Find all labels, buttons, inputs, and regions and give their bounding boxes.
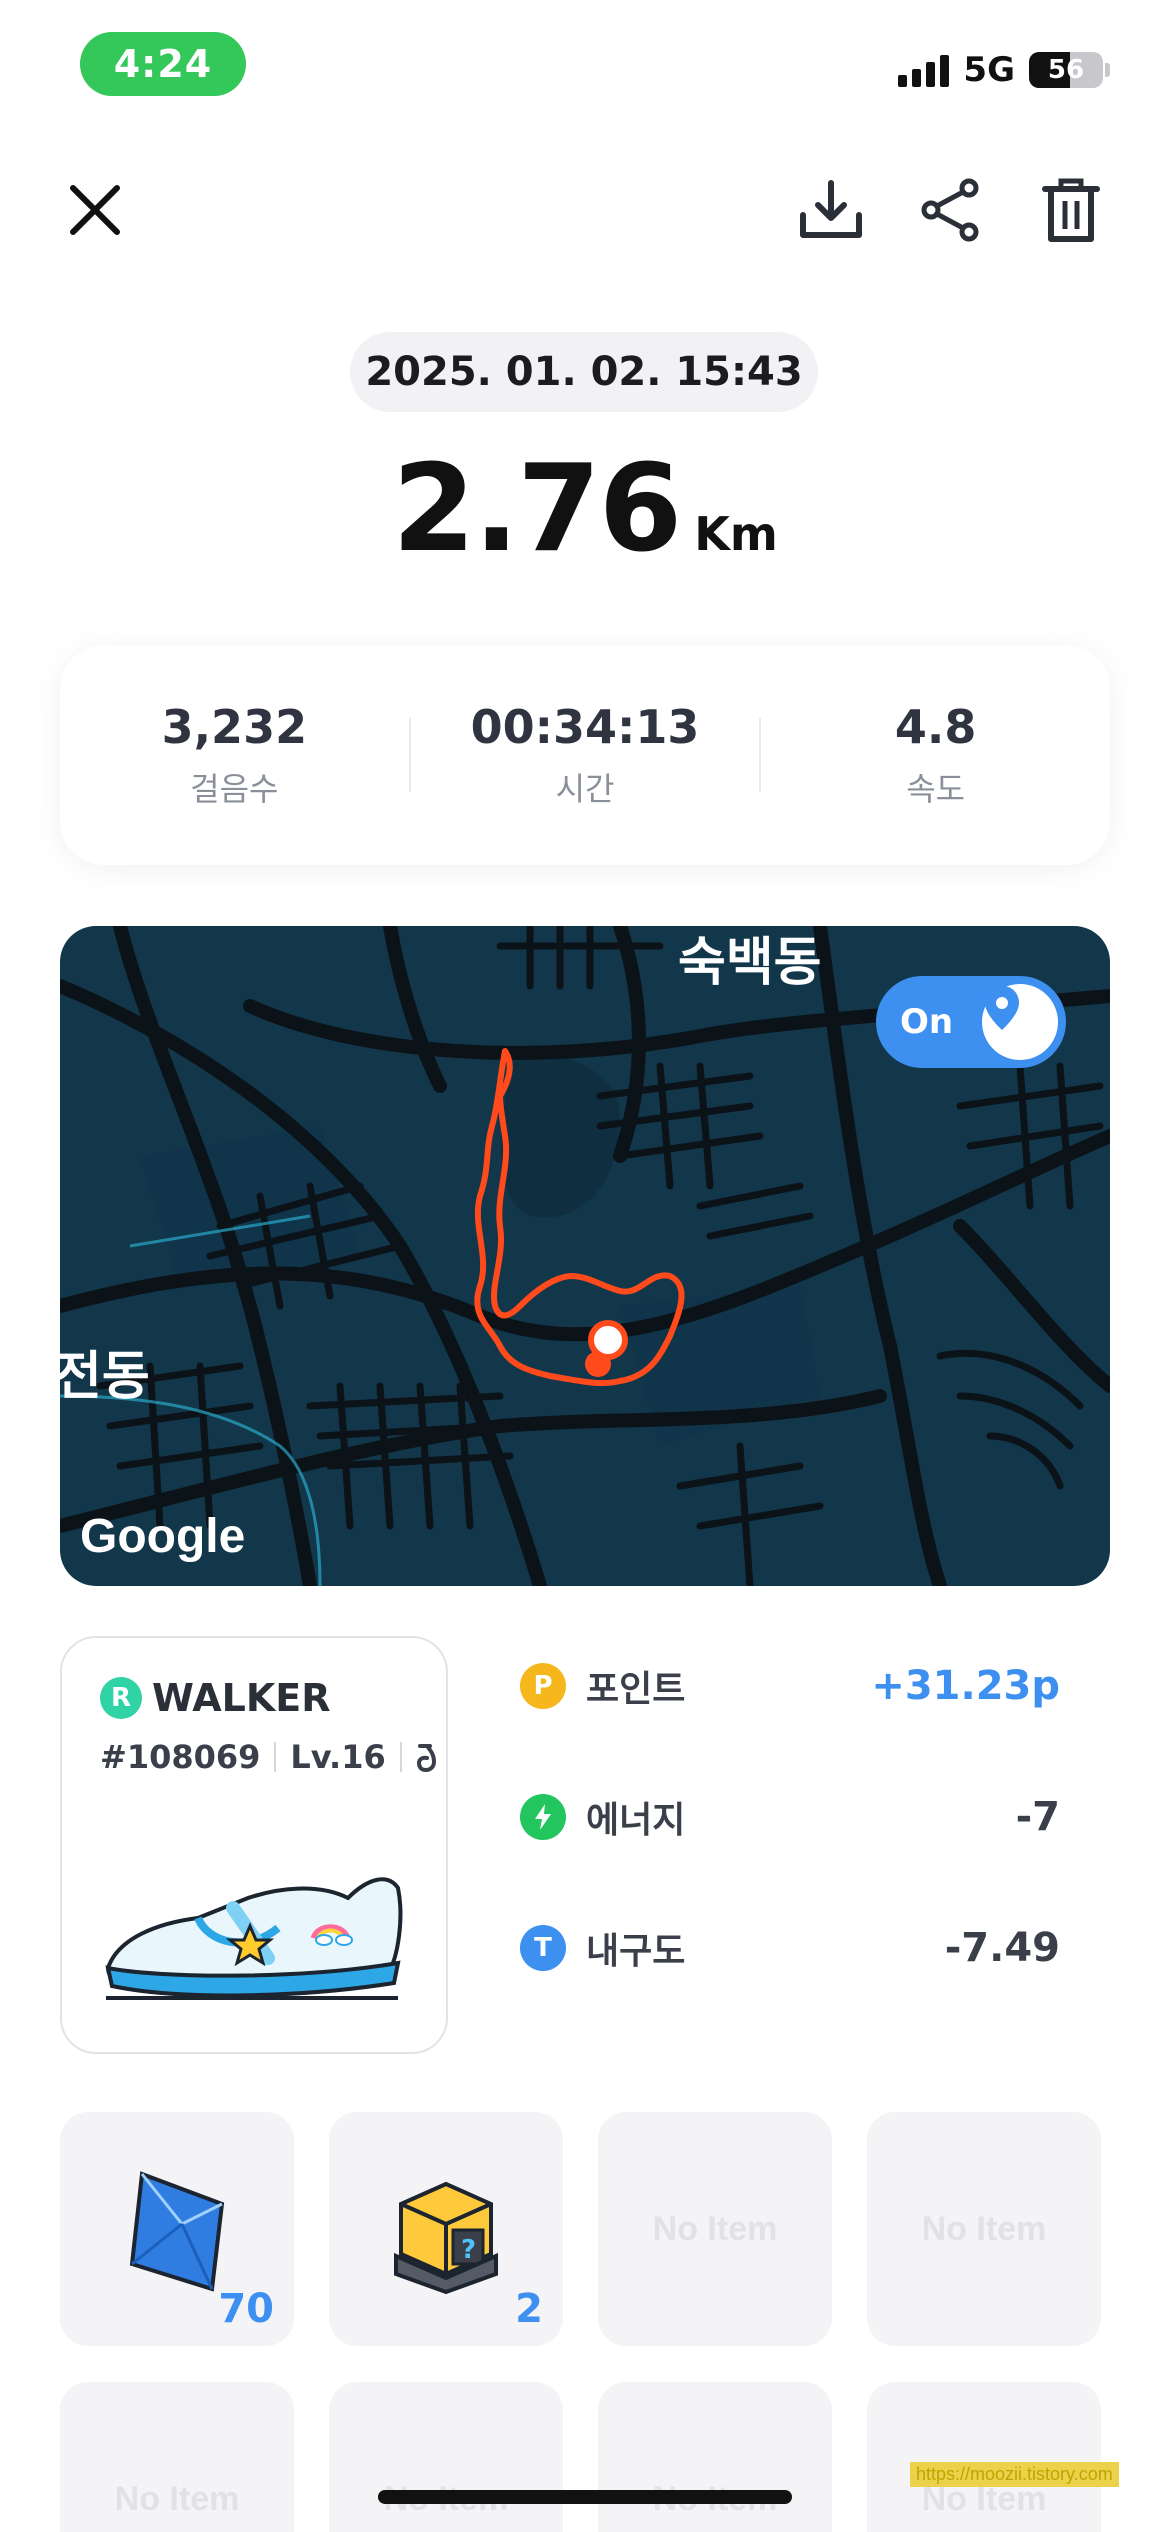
reward-label: 에너지 (586, 1800, 686, 1841)
gem-icon (129, 2171, 225, 2292)
map-label-top: 숙백동 (678, 933, 822, 993)
item-slot-empty[interactable]: No Item (60, 2382, 294, 2532)
sneaker-card[interactable]: R WALKER #108069 Lv.16 (60, 1636, 448, 2054)
item-slot-empty[interactable]: No Item (598, 2112, 832, 2346)
location-pin-icon (985, 986, 1019, 1030)
sneaker-id: #108069 (100, 1738, 261, 1776)
item-slot-empty[interactable]: No Item (867, 2382, 1101, 2532)
divider (399, 1742, 402, 1772)
item-slot-empty[interactable]: No Item (867, 2112, 1101, 2346)
reward-value: +31.23p (871, 1663, 1060, 1709)
toggle-label: On (900, 1002, 954, 1042)
divider (274, 1742, 277, 1772)
watermark: https://moozii.tistory.com (910, 2462, 1119, 2487)
svg-text:?: ? (461, 2235, 476, 2265)
map-label-left: 전동 (60, 1347, 150, 1407)
mint-icon (416, 1744, 436, 1772)
rarity-badge: R (100, 1677, 142, 1719)
item-count: 2 (515, 2286, 543, 2332)
trash-icon (1042, 178, 1100, 242)
distance-display: 2.76 Km (0, 440, 1170, 579)
status-time: 4:24 (80, 32, 246, 96)
close-icon (70, 185, 120, 235)
home-indicator[interactable] (378, 2490, 792, 2504)
battery-icon: 56 (1029, 52, 1103, 88)
reward-row-durability: T 내구도 -7.49 (520, 1908, 1060, 1988)
lightning-icon (535, 1804, 551, 1830)
reward-label: 포인트 (586, 1669, 686, 1710)
reward-label: 내구도 (586, 1931, 686, 1972)
durability-icon: T (520, 1925, 566, 1971)
mystery-box-icon: ? (394, 2181, 498, 2294)
sneaker-image (105, 1877, 403, 2000)
empty-item-label: No Item (652, 2209, 778, 2248)
toolbar (0, 160, 1170, 260)
share-icon (921, 178, 979, 242)
toggle-knob (982, 984, 1058, 1060)
point-icon: P (520, 1663, 566, 1709)
empty-item-label: No Item (921, 2209, 1047, 2248)
signal-icon (898, 53, 950, 87)
battery-percent: 56 (1047, 55, 1085, 85)
close-button[interactable] (50, 165, 140, 255)
stat-value: 00:34:13 (470, 700, 700, 754)
distance-unit: Km (694, 507, 778, 561)
share-button[interactable] (906, 165, 996, 255)
stat-value: 3,232 (161, 700, 308, 754)
google-attribution: Google (80, 1510, 246, 1563)
status-bar: 4:24 5G 56 (0, 0, 1170, 120)
stat-value: 4.8 (894, 700, 977, 754)
item-slot-empty[interactable]: No Item (329, 2382, 563, 2532)
stat-steps: 3,232 걸음수 (60, 700, 409, 810)
distance-value: 2.76 (392, 440, 682, 579)
stat-speed: 4.8 속도 (761, 700, 1110, 810)
stats-card: 3,232 걸음수 00:34:13 시간 4.8 속도 (60, 645, 1110, 865)
stat-label: 걸음수 (190, 770, 279, 808)
network-label: 5G (963, 50, 1015, 90)
sneaker-meta: #108069 Lv.16 (100, 1738, 438, 1776)
delete-button[interactable] (1026, 165, 1116, 255)
download-button[interactable] (786, 165, 876, 255)
reward-row-energy: 에너지 -7 (520, 1777, 1060, 1857)
battery-tip (1105, 63, 1110, 77)
sneaker-type: WALKER (152, 1676, 331, 1720)
stat-label: 속도 (906, 770, 966, 808)
item-slot-empty[interactable]: No Item (598, 2382, 832, 2532)
reward-value: -7.49 (944, 1925, 1060, 1971)
item-slot-gem[interactable]: 70 (60, 2112, 294, 2346)
reward-row-points: P 포인트 +31.23p (520, 1646, 1060, 1726)
route-map[interactable]: 숙백동 전동 On Google (60, 926, 1110, 1586)
stat-time: 00:34:13 시간 (411, 700, 760, 810)
item-count: 70 (218, 2286, 274, 2332)
sneaker-header: R WALKER (100, 1676, 331, 1720)
energy-icon (520, 1794, 566, 1840)
empty-item-label: No Item (114, 2479, 240, 2518)
record-datetime: 2025. 01. 02. 15:43 (350, 332, 818, 412)
item-slot-mystery-box[interactable]: ? 2 (329, 2112, 563, 2346)
sneaker-level: Lv.16 (290, 1738, 386, 1776)
status-indicators: 5G 56 (898, 50, 1110, 90)
stat-label: 시간 (555, 770, 615, 808)
reward-value: -7 (1015, 1794, 1060, 1840)
download-icon (800, 180, 862, 238)
map-location-toggle[interactable]: On (876, 976, 1066, 1068)
